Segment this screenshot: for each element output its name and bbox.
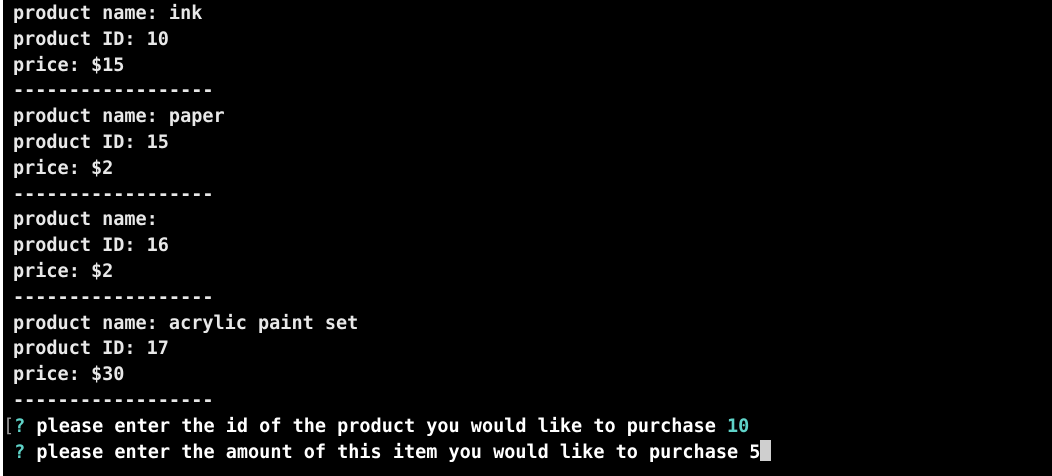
product-id-line: product ID: 16 (13, 235, 169, 257)
separator-line: ------------------ (13, 80, 214, 102)
prompt-quantity[interactable]: ? please enter the amount of this item y… (3, 439, 1052, 466)
terminal-window[interactable]: product name: ink product ID: 10 price: … (3, 0, 1052, 476)
prompt-bracket: [ (3, 415, 15, 437)
product-id-line: product ID: 15 (13, 131, 169, 153)
quantity-input[interactable]: 5 (749, 442, 760, 463)
product-price-line: price: $15 (13, 54, 125, 76)
product-name-line: product name: ink (13, 3, 203, 24)
product-id-line: product ID: 17 (13, 338, 169, 360)
separator-line: ------------------ (13, 183, 214, 205)
prompt-question: please enter the amount of this item you… (36, 441, 739, 463)
prompt-product-id: [? please enter the id of the product yo… (3, 414, 1052, 440)
product-price-line: price: $30 (13, 364, 125, 386)
text-cursor (760, 439, 772, 461)
question-mark-icon: ? (14, 415, 26, 437)
product-price-line: price: $2 (13, 260, 114, 282)
product-price-line: price: $2 (13, 157, 114, 179)
prompt-bracket (3, 442, 14, 463)
product-name-line: product name: paper (13, 106, 225, 128)
prompt-answer: 10 (726, 415, 750, 437)
product-id-line: product ID: 10 (13, 28, 169, 50)
separator-line: ------------------ (13, 286, 214, 308)
product-name-line: product name: acrylic paint set (13, 312, 359, 334)
product-name-line: product name: (13, 209, 158, 231)
question-mark-icon: ? (14, 441, 26, 463)
separator-line: ------------------ (13, 389, 214, 411)
prompt-question: please enter the id of the product you w… (36, 415, 716, 437)
